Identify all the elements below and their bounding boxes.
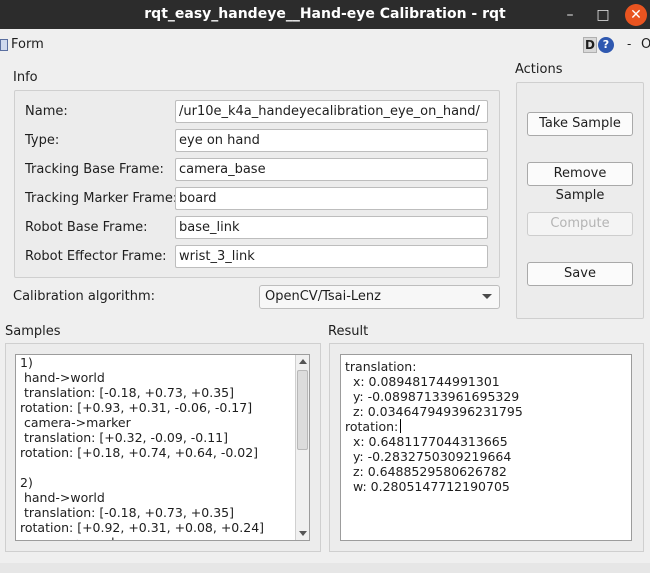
calibration-algorithm-select[interactable]: OpenCV/Tsai-Lenz (259, 285, 500, 309)
take-sample-button[interactable]: Take Sample (527, 112, 633, 136)
status-strip (0, 563, 650, 573)
tracking-marker-frame-label: Tracking Marker Frame: (25, 191, 178, 206)
robot-effector-frame-field[interactable]: wrist_3_link (175, 245, 488, 268)
close-plugin-button[interactable]: O (641, 37, 650, 52)
minimize-icon[interactable]: – (559, 4, 581, 26)
remove-sample-button[interactable]: Remove Sample (527, 162, 633, 203)
robot-base-frame-field[interactable]: base_link (175, 216, 488, 239)
name-field[interactable]: /ur10e_k4a_handeyecalibration_eye_on_han… (175, 100, 488, 123)
name-label: Name: (25, 104, 68, 119)
chevron-down-icon (482, 294, 492, 299)
tracking-base-frame-field[interactable]: camera_base (175, 158, 488, 181)
scroll-down-icon[interactable] (299, 531, 307, 536)
samples-title: Samples (5, 324, 61, 339)
info-group-title: Info (13, 70, 38, 85)
dock-d-button[interactable]: D (583, 37, 597, 53)
minimize-plugin-button[interactable]: - (627, 37, 631, 51)
scroll-up-icon[interactable] (299, 359, 307, 364)
samples-text: 1) hand->world translation: [-0.18, +0.7… (20, 355, 265, 540)
window-title: rqt_easy_handeye__Hand-eye Calibration -… (144, 6, 506, 22)
result-textbox[interactable]: translation: x: 0.089481744991301 y: -0.… (340, 354, 632, 541)
actions-group-title: Actions (515, 62, 563, 77)
result-title: Result (328, 324, 369, 339)
form-label: Form (11, 37, 44, 52)
help-icon[interactable]: ? (598, 37, 614, 53)
type-label: Type: (25, 133, 60, 148)
robot-base-frame-label: Robot Base Frame: (25, 220, 148, 235)
calibration-algorithm-label: Calibration algorithm: (13, 289, 155, 304)
tracking-base-frame-label: Tracking Base Frame: (25, 162, 164, 177)
robot-effector-frame-label: Robot Effector Frame: (25, 249, 167, 264)
compute-button[interactable]: Compute (527, 212, 633, 236)
close-icon[interactable]: ✕ (625, 4, 647, 26)
type-field[interactable]: eye on hand (175, 129, 488, 152)
maximize-icon[interactable]: □ (592, 4, 614, 26)
result-text: translation: x: 0.089481744991301 y: -0.… (345, 359, 523, 494)
text-cursor (400, 419, 401, 433)
save-button[interactable]: Save (527, 262, 633, 286)
samples-list[interactable]: 1) hand->world translation: [-0.18, +0.7… (15, 354, 310, 541)
scrollbar-thumb[interactable] (297, 370, 308, 450)
samples-scrollbar[interactable] (295, 355, 309, 540)
tracking-marker-frame-field[interactable]: board (175, 187, 488, 210)
form-icon (0, 39, 8, 51)
window-titlebar[interactable]: rqt_easy_handeye__Hand-eye Calibration -… (0, 0, 650, 29)
calibration-algorithm-value: OpenCV/Tsai-Lenz (265, 289, 381, 304)
